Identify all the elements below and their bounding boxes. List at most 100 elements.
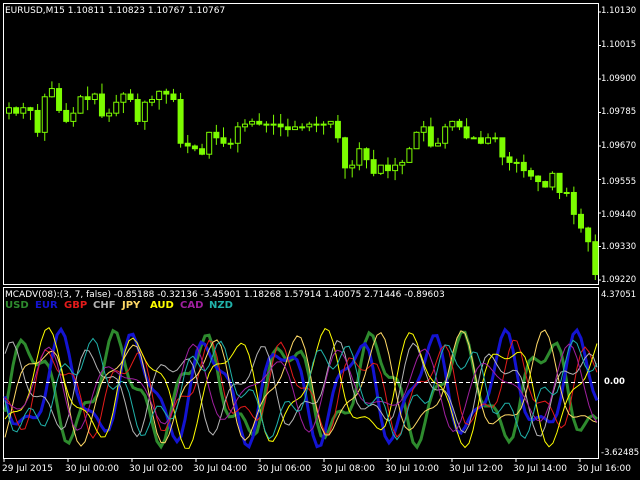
time-tick: 29 Jul 2015 (2, 464, 53, 474)
candle-body (406, 148, 413, 163)
candle-body (270, 123, 277, 126)
candle-body (435, 142, 441, 147)
legend-jpy: JPY (122, 300, 141, 311)
candle-body (98, 93, 105, 117)
time-tick: 30 Jul 08:00 (321, 464, 375, 474)
candle-body (570, 191, 577, 215)
price-tick: 1.09555 (601, 177, 637, 187)
indicator-value: -0.89603 (404, 290, 445, 300)
candle-body (363, 148, 370, 161)
candle-body (592, 241, 599, 276)
symbol-timeframe: EURUSD,M15 (5, 6, 65, 16)
candle-body (63, 109, 70, 122)
price-header: EURUSD,M15 1.10811 1.10823 1.10767 1.107… (5, 6, 225, 16)
legend-chf: CHF (93, 300, 116, 311)
candle-body (263, 123, 270, 126)
candle-body (184, 142, 191, 147)
time-tick: 30 Jul 04:00 (193, 464, 247, 474)
candle-body (34, 109, 41, 133)
indicator-max-label: 4.37051 (601, 290, 637, 300)
candle-body (48, 88, 55, 98)
ohlc-open: 1.10811 (67, 6, 105, 16)
candle-body (170, 93, 177, 101)
candle-body (299, 126, 306, 129)
candle-body (563, 191, 570, 194)
candle-body (442, 126, 449, 144)
indicator-zero-label: 0.00 (604, 377, 625, 387)
legend-nzd: NZD (209, 300, 233, 311)
candle-body (241, 123, 248, 128)
time-tick: 30 Jul 02:00 (129, 464, 183, 474)
candle-body (485, 137, 492, 144)
candle-body (463, 126, 470, 139)
candle-body (356, 148, 363, 166)
candle-body (477, 137, 484, 144)
candle-body (349, 164, 356, 169)
price-tick: 1.09670 (601, 141, 637, 151)
candle-body (384, 164, 391, 172)
candle-body (578, 213, 584, 229)
candle-body (399, 161, 406, 166)
candle-body (535, 175, 542, 183)
candle-body (513, 161, 520, 164)
candle-body (277, 123, 284, 128)
candle-body (327, 120, 334, 125)
candle-body (370, 159, 377, 174)
candle-body (127, 93, 134, 101)
indicator-value: -0.85188 (113, 290, 155, 300)
candle-body (392, 164, 399, 172)
time-tick: 30 Jul 10:00 (385, 464, 439, 474)
candle-body (134, 99, 141, 122)
candle-body (56, 88, 63, 111)
candle-body (20, 107, 27, 114)
candle-body (306, 123, 313, 128)
candle-body (342, 137, 349, 169)
candle-body (199, 148, 206, 155)
candle-body (41, 96, 48, 133)
candle-body (113, 101, 120, 114)
candle-body (6, 107, 12, 114)
time-tick: 30 Jul 00:00 (65, 464, 119, 474)
indicator-header: MCADV(08):(3, 7, false) -0.85188 -0.3213… (5, 290, 445, 300)
legend-eur: EUR (35, 300, 58, 311)
legend-gbp: GBP (64, 300, 88, 311)
ohlc-high: 1.10823 (107, 6, 146, 16)
candle-body (227, 142, 234, 145)
candle-body (542, 181, 549, 188)
candle-body (470, 137, 477, 140)
mt4-chart[interactable] (0, 0, 640, 480)
candle-body (84, 96, 91, 101)
price-tick: 1.09900 (601, 74, 637, 84)
price-tick: 1.10015 (601, 40, 637, 50)
time-tick: 30 Jul 14:00 (513, 464, 567, 474)
candle-body (556, 172, 563, 193)
candle-body (506, 156, 513, 163)
candle-body (284, 126, 291, 131)
candle-body (234, 126, 241, 144)
price-tick: 1.09440 (601, 210, 637, 220)
candle-body (313, 123, 320, 126)
indicator-min-label: -3.62485 (601, 448, 640, 458)
candle-body (163, 90, 170, 95)
candle-body (120, 93, 127, 103)
ohlc-close: 1.10767 (188, 6, 226, 16)
candle-body (91, 93, 98, 101)
candle-body (156, 90, 163, 101)
candle-body (213, 131, 220, 139)
ohlc-low: 1.10767 (147, 6, 186, 16)
candle-body (106, 112, 113, 117)
candle-body (141, 101, 148, 122)
candle-body (420, 126, 427, 133)
time-tick: 30 Jul 06:00 (257, 464, 311, 474)
candle-body (549, 172, 556, 188)
candle-body (177, 99, 184, 144)
candle-body (456, 120, 463, 128)
indicator-value: 2.71446 (364, 290, 402, 300)
time-tick: 30 Jul 16:00 (577, 464, 631, 474)
candle-body (27, 107, 34, 111)
candle-body (77, 96, 84, 114)
candle-body (249, 120, 256, 125)
candle-body (499, 137, 506, 158)
candle-body (520, 161, 527, 172)
candle-body (256, 120, 263, 125)
